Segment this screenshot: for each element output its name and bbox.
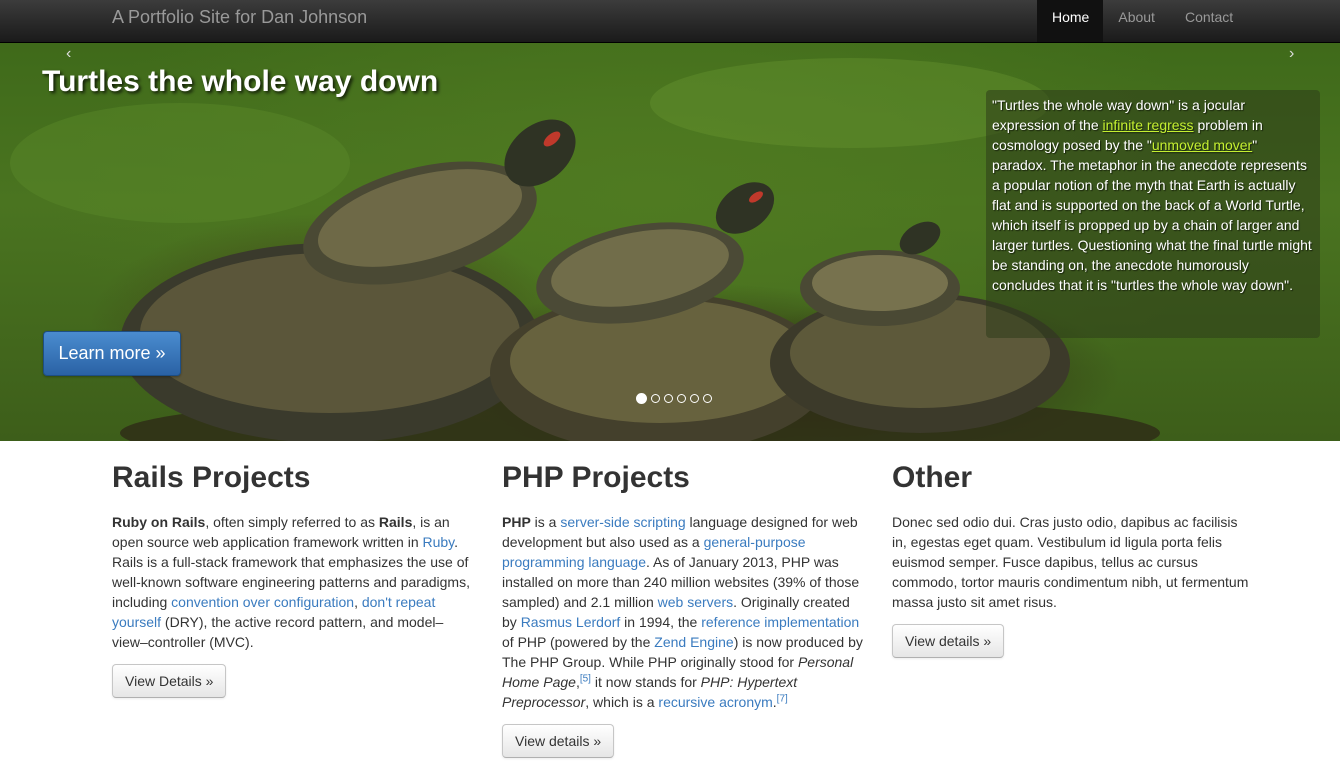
carousel-indicator[interactable] xyxy=(651,394,660,403)
carousel-caption: "Turtles the whole way down" is a jocula… xyxy=(986,90,1320,338)
php-projects-section: PHP Projects PHP is a server-side script… xyxy=(502,458,864,758)
carousel-indicator[interactable] xyxy=(703,394,712,403)
rails-description: Ruby on Rails, often simply referred to … xyxy=(112,512,474,652)
rails-bold: Ruby on Rails xyxy=(112,514,206,530)
ruby-link[interactable]: Ruby xyxy=(423,534,455,550)
php-description: PHP is a server-side scripting language … xyxy=(502,512,864,712)
rails-bold: Rails xyxy=(378,514,413,530)
hero-carousel: ‹ › Turtles the whole way down "Turtles … xyxy=(0,43,1340,441)
server-side-scripting-link[interactable]: server-side scripting xyxy=(560,514,685,530)
top-navbar: A Portfolio Site for Dan Johnson Home Ab… xyxy=(0,0,1340,43)
caption-text: " paradox. The metaphor in the anecdote … xyxy=(992,137,1312,293)
other-section: Other Donec sed odio dui. Cras justo odi… xyxy=(892,458,1254,658)
php-bold: PHP xyxy=(502,514,531,530)
rasmus-lerdorf-link[interactable]: Rasmus Lerdorf xyxy=(521,614,621,630)
php-text: it now stands for xyxy=(590,674,701,690)
nav-item-about: About xyxy=(1103,0,1170,42)
infinite-regress-link[interactable]: infinite regress xyxy=(1103,117,1194,133)
carousel-indicator[interactable] xyxy=(664,394,673,403)
citation-7-link[interactable]: [7] xyxy=(777,693,788,704)
nav-link-contact[interactable]: Contact xyxy=(1170,0,1248,42)
nav-link-home[interactable]: Home xyxy=(1037,0,1104,42)
php-text: in 1994, the xyxy=(620,614,702,630)
carousel-indicator[interactable] xyxy=(690,394,699,403)
rails-text: , often simply referred to as xyxy=(205,514,379,530)
nav-link-about[interactable]: About xyxy=(1103,0,1170,42)
zend-engine-link[interactable]: Zend Engine xyxy=(654,634,733,650)
carousel-indicator[interactable] xyxy=(677,394,686,403)
carousel-prev-icon[interactable]: ‹ xyxy=(66,45,71,63)
carousel-next-icon[interactable]: › xyxy=(1289,45,1294,63)
other-view-details-button[interactable]: View details » xyxy=(892,624,1005,658)
carousel-indicator[interactable] xyxy=(636,393,647,404)
other-description: Donec sed odio dui. Cras justo odio, dap… xyxy=(892,514,1249,610)
convention-over-configuration-link[interactable]: convention over configuration xyxy=(171,594,354,610)
rails-heading: Rails Projects xyxy=(112,461,311,494)
other-heading: Other xyxy=(892,461,973,494)
rails-text: , xyxy=(354,594,362,610)
rails-text: (DRY), the active record pattern, and mo… xyxy=(112,614,444,650)
php-text: , which is a xyxy=(585,694,659,710)
recursive-acronym-link[interactable]: recursive acronym xyxy=(658,694,772,710)
learn-more-button[interactable]: Learn more » xyxy=(43,331,181,376)
citation-5-link[interactable]: [5] xyxy=(580,673,591,684)
carousel-indicators xyxy=(636,393,712,404)
php-text: is a xyxy=(530,514,561,530)
carousel-title: Turtles the whole way down xyxy=(42,65,439,98)
php-text: of PHP (powered by the xyxy=(502,634,655,650)
main-nav: Home About Contact xyxy=(1037,0,1248,42)
rails-projects-section: Rails Projects Ruby on Rails, often simp… xyxy=(112,458,474,698)
unmoved-mover-link[interactable]: unmoved mover xyxy=(1152,137,1252,153)
php-view-details-button[interactable]: View details » xyxy=(502,724,615,758)
reference-implementation-link[interactable]: reference implementation xyxy=(701,614,859,630)
rails-view-details-button[interactable]: View Details » xyxy=(112,664,227,698)
nav-item-home: Home xyxy=(1037,0,1104,42)
php-heading: PHP Projects xyxy=(502,461,690,494)
brand-link[interactable]: A Portfolio Site for Dan Johnson xyxy=(112,0,367,42)
nav-item-contact: Contact xyxy=(1170,0,1248,42)
web-servers-link[interactable]: web servers xyxy=(658,594,733,610)
